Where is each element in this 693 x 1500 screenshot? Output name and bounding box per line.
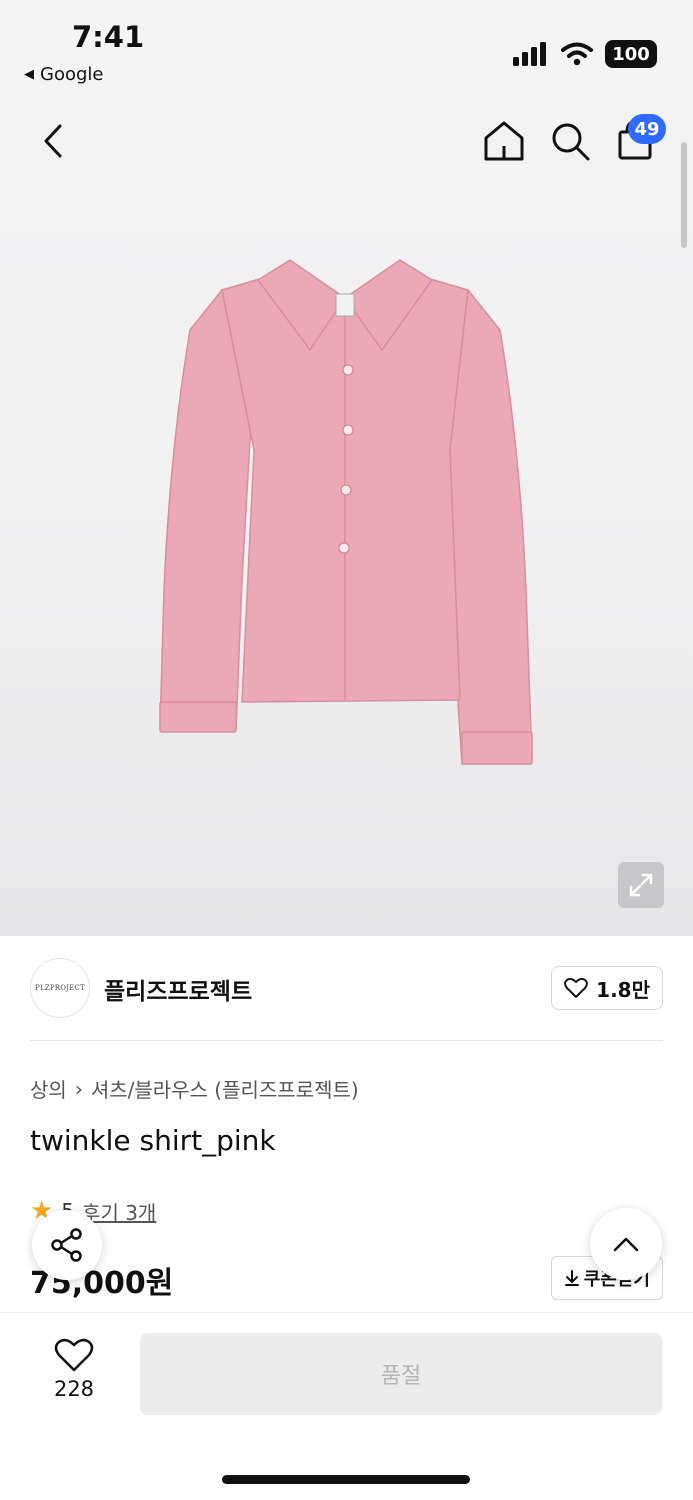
product-image-area: 7:41 ◀ Google 100 49 xyxy=(0,0,693,936)
brand-name[interactable]: 플리즈프로젝트 xyxy=(104,972,252,1006)
product-title: twinkle shirt_pink xyxy=(30,1124,276,1157)
cart-count-badge: 49 xyxy=(628,114,666,144)
brand-logo[interactable]: PLZPROJECT xyxy=(30,958,90,1018)
heart-icon xyxy=(564,977,589,998)
scrollbar xyxy=(681,142,687,248)
wishlist-count: 228 xyxy=(53,1377,95,1401)
soldout-button[interactable]: 품절 xyxy=(140,1333,662,1415)
product-page: 7:41 ◀ Google 100 49 PLZPROJECT 플리즈프로젝트 … xyxy=(0,0,693,1500)
wishlist-button[interactable]: 228 xyxy=(40,1337,108,1401)
product-photo xyxy=(159,259,533,765)
home-indicator xyxy=(222,1475,470,1484)
cart-button[interactable]: 49 xyxy=(612,114,666,164)
breadcrumb-subcategory[interactable]: 셔츠/블라우스 (플리즈프로젝트) xyxy=(91,1074,359,1103)
search-icon[interactable] xyxy=(548,118,592,164)
brand-like-count: 1.8만 xyxy=(596,977,650,1002)
breadcrumb-separator-icon: › xyxy=(74,1076,83,1101)
share-icon xyxy=(51,1228,82,1262)
brand-like-button[interactable]: 1.8만 xyxy=(551,966,663,1010)
status-icons: 100 xyxy=(513,40,657,68)
back-app-label: Google xyxy=(40,64,104,85)
divider xyxy=(30,1040,663,1041)
expand-image-button[interactable] xyxy=(618,862,664,908)
heart-icon xyxy=(54,1338,94,1372)
status-time: 7:41 xyxy=(72,20,145,54)
brand-row[interactable]: PLZPROJECT 플리즈프로젝트 1.8만 xyxy=(30,958,663,1018)
bottom-action-bar: 228 품절 xyxy=(0,1312,693,1500)
signal-icon xyxy=(513,42,546,66)
battery-indicator: 100 xyxy=(605,40,657,68)
home-icon[interactable] xyxy=(482,118,526,164)
wifi-icon xyxy=(561,42,593,66)
breadcrumb-category[interactable]: 상의 xyxy=(30,1074,67,1103)
back-triangle-icon: ◀ xyxy=(24,67,34,82)
scroll-to-top-button[interactable] xyxy=(590,1208,662,1280)
expand-icon xyxy=(629,873,653,897)
breadcrumb: 상의 › 셔츠/블라우스 (플리즈프로젝트) xyxy=(30,1074,359,1103)
back-chevron-icon[interactable] xyxy=(36,118,72,164)
share-button[interactable] xyxy=(32,1210,102,1280)
back-to-app-link[interactable]: ◀ Google xyxy=(24,64,103,85)
download-icon xyxy=(564,1270,579,1286)
chevron-up-icon xyxy=(613,1237,639,1252)
